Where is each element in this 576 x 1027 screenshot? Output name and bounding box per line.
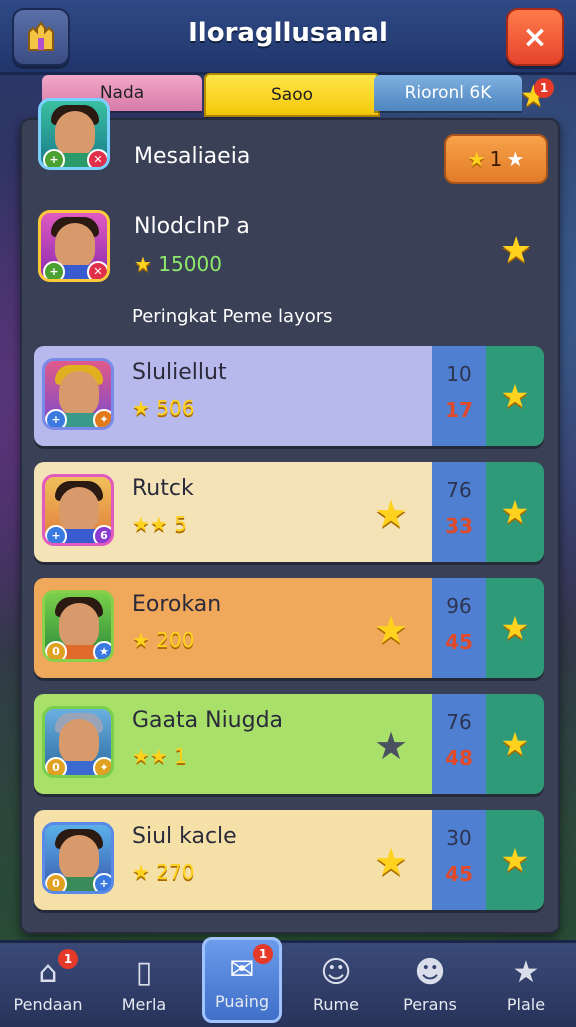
nav-plale[interactable]: ★ Plale (478, 943, 574, 1027)
notification-badge: 1 (58, 949, 78, 969)
score-column: 30 45 (432, 810, 486, 910)
top-bar: Iloragllusanal × (0, 0, 576, 75)
nav-label: Puaing (214, 992, 270, 1011)
nav-merla[interactable]: ▯ Merla (96, 943, 192, 1027)
row-action[interactable]: ★ (486, 810, 544, 910)
page-title: Iloragllusanal (188, 18, 388, 48)
tab-bar: Nada Saoo Rioronl 6K ★ (38, 73, 558, 117)
nav-label: Rume (313, 995, 359, 1014)
leaderboard-row[interactable]: 0 ✦ Gaata Niugda ★★ 1 ★ 76 48 ★ (34, 694, 544, 794)
score-column: 10 17 (432, 346, 486, 446)
score-bottom: 17 (445, 398, 473, 422)
nav-pendaan[interactable]: ⌂ Pendaan 1 (0, 943, 96, 1027)
big-star-icon: ★ (374, 840, 409, 884)
nav-label: Plale (506, 995, 546, 1014)
leaderboard-row[interactable]: 0 + Siul kacle ★ 270 ★ 30 45 ★ (34, 810, 544, 910)
my-avatar[interactable]: + ✕ (38, 98, 110, 170)
leaderboard-row[interactable]: + 6 Rutck ★★ 5 ★ 76 33 ★ (34, 462, 544, 562)
star-icon: ★ (467, 147, 486, 171)
score-top: 10 (446, 362, 472, 386)
star-icon: ★★ 5 (132, 512, 187, 536)
player-avatar: 0 ★ (42, 590, 114, 662)
score-value: 15000 (158, 252, 222, 276)
star-icon: ★ 200 (132, 628, 195, 652)
score-column: 76 33 (432, 462, 486, 562)
player-name: Eorokan (132, 592, 222, 617)
player-avatar: 0 ✦ (42, 706, 114, 778)
top-player-score: ★ 15000 (134, 252, 222, 276)
big-star-empty-icon: ★ (374, 724, 409, 768)
castle-icon (28, 21, 54, 51)
rank-chip[interactable]: ★ 1 ★ (444, 134, 548, 184)
score-column: 76 48 (432, 694, 486, 794)
leaderboard-panel: + ✕ Mesaliaeia ★ 1 ★ + ✕ NlodclnP a ★ 15… (20, 98, 560, 934)
big-star-icon: ★ (374, 492, 409, 536)
row-action[interactable]: ★ (486, 462, 544, 562)
star-icon: ★ (500, 377, 530, 415)
player-name: Gaata Niugda (132, 708, 284, 733)
notification-badge: 1 (253, 944, 273, 964)
score-column: 96 45 (432, 578, 486, 678)
star-icon: ★ (500, 609, 530, 647)
star-icon: ★ (134, 252, 152, 276)
star-icon: ★★ 1 (132, 744, 187, 768)
row-action[interactable]: ★ (486, 578, 544, 678)
star-icon: ★ (500, 841, 530, 879)
score-bottom: 33 (445, 514, 473, 538)
close-icon: × (522, 19, 548, 55)
nav-label: Merla (121, 995, 167, 1014)
player-avatar: + ✦ (42, 358, 114, 430)
star-icon: ★ 270 (132, 860, 195, 884)
nav-puaing[interactable]: ✉ Puaing 1 (202, 937, 282, 1023)
player-stars: ★★ 5 (132, 512, 187, 536)
player-avatar: 0 + (42, 822, 114, 894)
player-stars: ★★ 1 (132, 744, 187, 768)
score-bottom: 45 (445, 862, 473, 886)
star-icon: ★ 506 (132, 396, 195, 420)
big-star-icon: ★ (374, 608, 409, 652)
top-player-name: NlodclnP a (134, 214, 250, 239)
face-icon: ☺ (320, 954, 352, 990)
my-name: Mesaliaeia (134, 144, 251, 169)
phone-icon: ▯ (135, 954, 153, 990)
nav-rume[interactable]: ☺ Rume (288, 943, 384, 1027)
score-top: 30 (446, 826, 472, 850)
score-top: 76 (446, 478, 472, 502)
top-player-avatar[interactable]: + ✕ (38, 210, 110, 282)
star-icon: ★ (500, 493, 530, 531)
player-name: Siul kacle (132, 824, 237, 849)
star-icon: ★ (512, 954, 540, 990)
notification-badge: 1 (534, 78, 554, 98)
player-name: Sluliellut (132, 360, 227, 385)
tab-saoo[interactable]: Saoo (204, 73, 380, 117)
bottom-nav: ⌂ Pendaan 1 ▯ Merla ✉ Puaing 1 ☺ Rume ☻ … (0, 937, 576, 1027)
score-bottom: 48 (445, 746, 473, 770)
score-top: 96 (446, 594, 472, 618)
row-action[interactable]: ★ (486, 694, 544, 794)
star-icon[interactable]: ★ (500, 230, 532, 271)
score-top: 76 (446, 710, 472, 734)
star-icon: ★ (500, 725, 530, 763)
nav-label: Perans (403, 995, 457, 1014)
nav-perans[interactable]: ☻ Perans (382, 943, 478, 1027)
star-outline-icon: ★ (506, 147, 525, 171)
player-stars: ★ 506 (132, 396, 194, 420)
close-button[interactable]: × (506, 8, 564, 66)
smile-icon: ☻ (414, 954, 446, 990)
player-name: Rutck (132, 476, 194, 501)
rank-value: 1 (489, 147, 503, 171)
player-avatar: + 6 (42, 474, 114, 546)
player-stars: ★ 270 (132, 860, 194, 884)
leaderboard-row[interactable]: 0 ★ Eorokan ★ 200 ★ 96 45 ★ (34, 578, 544, 678)
row-action[interactable]: ★ (486, 346, 544, 446)
home-button[interactable] (12, 8, 70, 66)
nav-label: Pendaan (13, 995, 83, 1014)
score-bottom: 45 (445, 630, 473, 654)
leaderboard-row[interactable]: + ✦ Sluliellut ★ 506 10 17 ★ (34, 346, 544, 446)
player-stars: ★ 200 (132, 628, 194, 652)
tab-rioronl[interactable]: Rioronl 6K (374, 75, 522, 111)
section-label: Peringkat Peme layors (132, 306, 333, 327)
